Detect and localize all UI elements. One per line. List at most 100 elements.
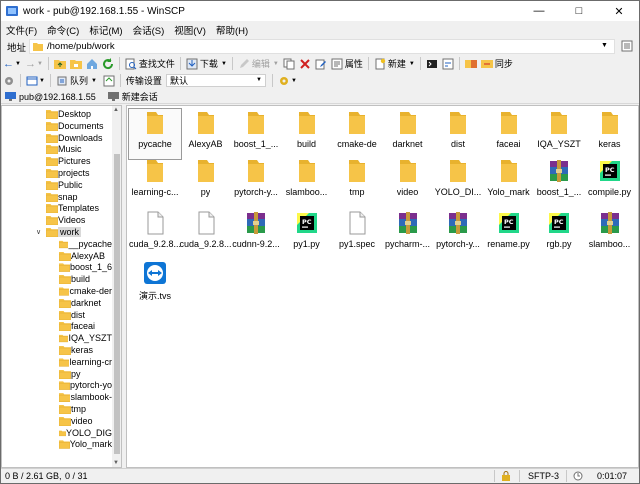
file-item[interactable]: PC rename.py [483,209,535,259]
tree-scroll-thumb[interactable] [114,154,120,454]
tree-item[interactable]: snap [46,191,78,203]
tree-item[interactable]: cmake-der [59,285,112,297]
tree-item[interactable]: Music [46,143,82,155]
download-button[interactable]: 下载 ▼ [184,56,229,71]
file-item[interactable]: 演示.tvs [129,259,181,309]
file-item[interactable]: pytorch-y... [432,209,484,259]
file-item[interactable]: pycache [128,108,182,160]
menu-item[interactable]: 文件(F) [1,23,42,37]
tree-item[interactable]: video [59,415,93,427]
file-item[interactable]: dist [432,109,484,159]
tree-item[interactable]: boost_1_6 [59,261,112,273]
sync-button[interactable]: 同步 [479,56,515,71]
file-item[interactable]: faceai [483,109,535,159]
close-button[interactable]: ✕ [599,1,639,21]
find-files-button[interactable]: 查找文件 [123,56,177,71]
properties-button[interactable]: 属性 [329,56,365,71]
file-item[interactable]: IQA_YSZT [533,109,585,159]
file-item[interactable]: cudnn-9.2... [230,209,282,259]
tree-item[interactable]: Yolo_mark [59,438,112,450]
tree-item[interactable]: slambook- [59,391,112,403]
tree-item[interactable]: pytorch-yo [59,379,112,391]
rename-button[interactable] [313,56,329,71]
tree-item[interactable]: learning-cr [59,356,112,368]
file-item[interactable]: py [180,157,232,207]
terminal-button[interactable] [424,56,440,71]
tree-item[interactable]: Desktop [46,108,91,120]
file-item[interactable]: keras [584,109,636,159]
menu-item[interactable]: 视图(V) [169,23,211,37]
file-item[interactable]: build [281,109,333,159]
minimize-button[interactable]: — [519,1,559,21]
file-item[interactable]: cmake-de [331,109,383,159]
forward-button[interactable]: → ▼ [23,56,45,71]
session-tab-current[interactable]: pub@192.168.1.55 [1,91,100,102]
tree-item[interactable]: Documents [46,120,104,132]
back-button[interactable]: ← ▼ [1,56,23,71]
tree-item[interactable]: Downloads [46,132,103,144]
file-item[interactable]: pytorch-y... [230,157,282,207]
file-item[interactable]: cuda_9.2.8... [179,209,232,259]
collapse-icon[interactable]: ∨ [36,228,41,236]
tree-item[interactable]: Videos [46,214,85,226]
file-item[interactable]: Yolo_mark [483,157,535,207]
tree-item[interactable]: Templates [46,202,99,214]
tree-item[interactable]: py [59,368,81,380]
refresh-button[interactable] [100,56,116,71]
file-item[interactable]: video [382,157,434,207]
tree-item-current[interactable]: work [46,226,82,238]
tree-item[interactable]: dist [59,309,85,321]
address-input[interactable]: /home/pub/work [29,39,615,54]
tree-item[interactable]: darknet [59,297,101,309]
scroll-down-icon[interactable]: ▼ [113,460,119,466]
transfer-settings-button[interactable] [101,73,117,88]
scroll-up-icon[interactable]: ▲ [113,107,119,113]
tree-item[interactable]: projects [46,167,90,179]
file-item[interactable]: boost_1_... [230,109,282,159]
new-button[interactable]: 新建 ▼ [372,56,417,71]
tree-item[interactable]: __pycache [59,238,112,250]
tree-item[interactable]: Pictures [46,155,91,167]
preferences-button[interactable] [1,73,17,88]
menu-item[interactable]: 命令(C) [42,23,84,37]
tree-item[interactable]: YOLO_DIG [59,427,112,439]
file-item[interactable]: pycharm-... [382,209,434,259]
copy-button[interactable] [281,56,297,71]
tree-item[interactable]: faceai [59,320,95,332]
delete-button[interactable] [297,56,313,71]
tree-item[interactable]: build [59,273,90,285]
edit-button[interactable]: 编辑 ▼ [236,56,281,71]
menu-item[interactable]: 会话(S) [128,23,170,37]
file-item[interactable]: AlexyAB [180,109,232,159]
file-item[interactable]: PC py1.py [281,209,333,259]
tree-item[interactable]: tmp [59,403,86,415]
file-item[interactable]: darknet [382,109,434,159]
tree-item[interactable]: keras [59,344,93,356]
menu-item[interactable]: 帮助(H) [211,23,253,37]
new-session-tab[interactable]: 新建会话 [104,90,162,103]
file-item[interactable]: tmp [331,157,383,207]
tree-scrollbar[interactable]: ▲ ▼ [112,106,121,467]
tree-item[interactable]: Public [46,179,83,191]
home-dir-button[interactable] [84,56,100,71]
parent-dir-button[interactable] [52,56,68,71]
tree-item[interactable]: IQA_YSZT [59,332,112,344]
file-item[interactable]: PC rgb.py [533,209,585,259]
address-dropdown-icon[interactable]: ▼ [601,42,608,49]
compare-button[interactable] [463,56,479,71]
tree-toggle-icon[interactable] [621,40,633,52]
transfer-settings-select[interactable]: 默认 ▼ [165,74,266,87]
queue-button[interactable]: 队列 ▼ [54,73,99,88]
file-item[interactable]: YOLO_DI... [432,157,484,207]
file-item[interactable]: slamboo... [281,157,333,207]
tree-item[interactable]: AlexyAB [59,250,105,262]
command-button[interactable] [440,56,456,71]
file-item[interactable]: boost_1_... [533,157,585,207]
file-item[interactable]: py1.spec [331,209,383,259]
menu-item[interactable]: 标记(M) [84,23,127,37]
maximize-button[interactable]: □ [559,1,599,21]
transfer-options-button[interactable]: ▼ [276,73,299,88]
file-item[interactable]: PC compile.py [584,157,636,207]
file-item[interactable]: learning-c... [129,157,181,207]
file-item[interactable]: slamboo... [584,209,636,259]
